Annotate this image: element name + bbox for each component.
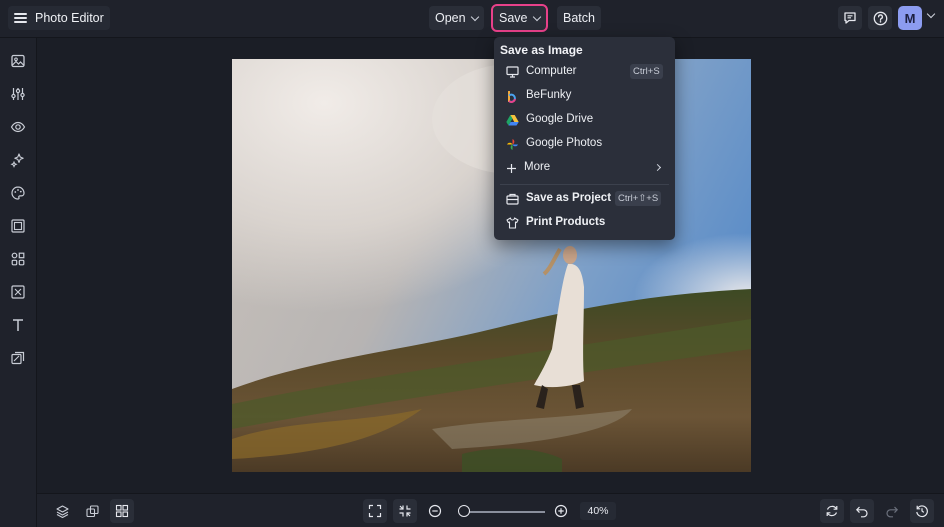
refresh-icon — [826, 505, 838, 517]
chevron-down-icon — [470, 12, 479, 21]
save-menu-title: Save as Image — [500, 43, 583, 57]
open-button[interactable]: Open — [429, 6, 484, 30]
save-button[interactable]: Save — [491, 4, 548, 32]
more-destinations-item[interactable]: More — [494, 157, 675, 179]
layers-icon[interactable] — [50, 499, 74, 523]
menu-divider — [500, 184, 669, 185]
google-drive-icon — [505, 113, 519, 127]
print-products-item[interactable]: Print Products — [494, 212, 675, 234]
rotate-button[interactable] — [820, 499, 844, 523]
hamburger-icon — [14, 13, 27, 23]
monitor-icon — [505, 65, 519, 79]
fit-to-screen-button[interactable] — [363, 499, 387, 523]
main-menu-button[interactable]: Photo Editor — [8, 6, 110, 30]
zoom-in-icon — [554, 504, 568, 518]
menu-item-label: Google Drive — [526, 113, 594, 125]
menu-item-label: Google Photos — [526, 137, 603, 149]
zoom-out-icon — [428, 504, 442, 518]
shrink-icon — [399, 505, 411, 517]
actual-size-button[interactable] — [393, 499, 417, 523]
save-dropdown-menu: Save as Image Computer Ctrl+S BeFunky Go… — [494, 37, 675, 240]
batch-label: Batch — [563, 11, 595, 25]
grid-view-button[interactable] — [110, 499, 134, 523]
menu-item-label: Print Products — [526, 216, 606, 228]
eye-icon[interactable] — [9, 118, 27, 136]
sliders-icon[interactable] — [9, 85, 27, 103]
zoom-out-button[interactable] — [423, 499, 447, 523]
graphics-icon[interactable] — [9, 250, 27, 268]
project-icon — [505, 192, 519, 206]
feedback-button[interactable] — [838, 6, 862, 30]
menu-item-label: More — [524, 161, 551, 173]
grid-icon — [115, 504, 129, 518]
shirt-icon — [505, 216, 519, 230]
open-label: Open — [435, 11, 466, 25]
zoom-slider-track[interactable] — [459, 511, 545, 513]
undo-button[interactable] — [850, 499, 874, 523]
save-to-google-drive-item[interactable]: Google Drive — [494, 109, 675, 131]
plus-icon — [504, 161, 518, 175]
batch-button[interactable]: Batch — [557, 6, 601, 30]
zoom-slider-handle[interactable] — [457, 505, 470, 517]
chevron-right-icon — [653, 163, 662, 172]
undo-icon — [855, 506, 868, 518]
zoom-value[interactable]: 40% — [580, 502, 616, 520]
menu-item-label: BeFunky — [526, 89, 572, 101]
layers-stack-icon[interactable] — [9, 349, 27, 367]
menu-item-label: Save as Project — [526, 192, 612, 204]
text-icon[interactable] — [9, 316, 27, 334]
save-to-google-photos-item[interactable]: Google Photos — [494, 133, 675, 155]
avatar[interactable]: M — [898, 6, 922, 30]
zoom-in-button[interactable] — [549, 499, 573, 523]
history-icon — [916, 505, 928, 518]
shortcut-hint: Ctrl+S — [630, 64, 663, 79]
frame-icon[interactable] — [9, 217, 27, 235]
palette-icon[interactable] — [9, 184, 27, 202]
save-to-befunky-item[interactable]: BeFunky — [494, 85, 675, 107]
bottom-bar — [37, 493, 944, 527]
save-to-computer-item[interactable]: Computer Ctrl+S — [494, 61, 675, 83]
image-icon[interactable] — [9, 52, 27, 70]
help-icon — [873, 11, 887, 25]
help-button[interactable] — [868, 6, 892, 30]
redo-button[interactable] — [880, 499, 904, 523]
save-as-project-item[interactable]: Save as Project Ctrl+⇧+S — [494, 188, 675, 210]
chevron-down-icon — [532, 12, 541, 21]
sparkle-icon[interactable] — [9, 151, 27, 169]
google-photos-icon — [505, 137, 519, 151]
fullscreen-icon — [368, 504, 382, 518]
compare-icon[interactable] — [80, 499, 104, 523]
history-button[interactable] — [910, 499, 934, 523]
save-label: Save — [499, 11, 528, 25]
tool-sidebar — [0, 38, 37, 527]
texture-icon[interactable] — [9, 283, 27, 301]
redo-icon — [886, 506, 899, 518]
comment-icon — [844, 12, 856, 24]
menu-item-label: Computer — [526, 65, 577, 77]
app-title: Photo Editor — [35, 11, 104, 25]
befunky-logo-icon — [505, 89, 519, 103]
shortcut-hint: Ctrl+⇧+S — [615, 191, 662, 206]
